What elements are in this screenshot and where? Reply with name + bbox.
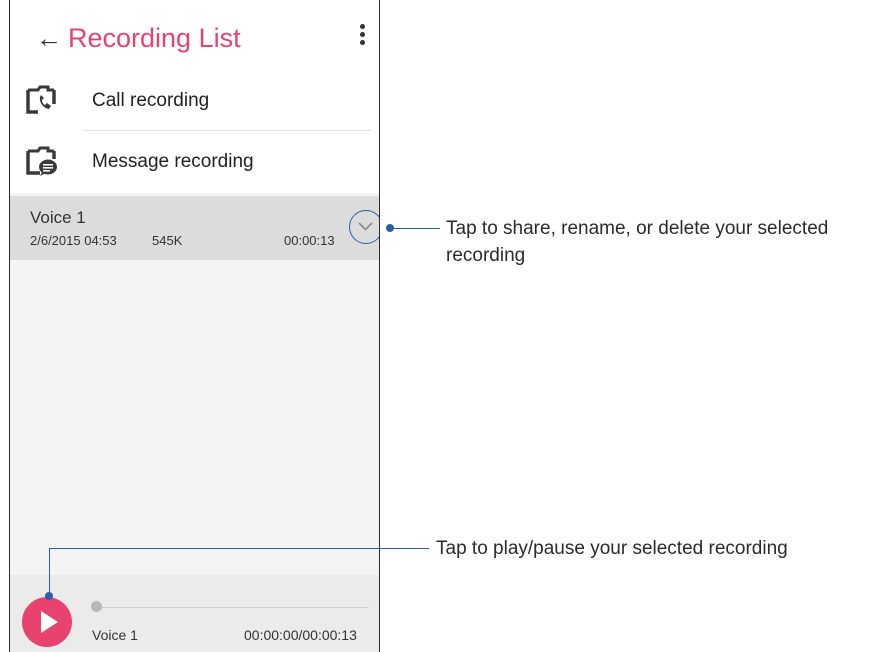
arrow-left-icon[interactable]: ← bbox=[36, 22, 62, 54]
phone-screen: ← Recording List Call recording Message … bbox=[9, 0, 380, 652]
recording-size: 545K bbox=[152, 233, 183, 248]
folder-message-recording[interactable]: Message recording bbox=[10, 131, 379, 193]
callout-text-expand: Tap to share, rename, or delete your sel… bbox=[446, 218, 829, 266]
folder-label-message: Message recording bbox=[92, 151, 254, 172]
callout-line-expand bbox=[390, 228, 440, 229]
app-bar: ← Recording List bbox=[10, 0, 379, 74]
folder-label-call: Call recording bbox=[92, 90, 210, 111]
recording-item-selected[interactable]: Voice 1 2/6/2015 04:53 545K 00:00:13 bbox=[10, 196, 379, 260]
callout-text-play: Tap to play/pause your selected recordin… bbox=[436, 538, 788, 559]
play-icon bbox=[41, 611, 58, 633]
folder-call-recording[interactable]: Call recording bbox=[10, 70, 379, 132]
more-vertical-icon[interactable] bbox=[359, 24, 365, 48]
seek-bar[interactable] bbox=[98, 607, 369, 608]
recording-duration: 00:00:13 bbox=[284, 233, 335, 248]
callout-line-play-horizontal bbox=[49, 548, 429, 549]
callout-line-play-vertical bbox=[49, 548, 50, 596]
message-folder-icon bbox=[26, 146, 57, 176]
seek-thumb[interactable] bbox=[91, 601, 102, 612]
player-time: 00:00:00/00:00:13 bbox=[244, 627, 357, 643]
recording-name: Voice 1 bbox=[30, 208, 86, 227]
manual-illustration: ← Recording List Call recording Message … bbox=[0, 0, 871, 652]
chevron-down-icon bbox=[358, 222, 373, 231]
call-folder-icon bbox=[26, 85, 56, 114]
play-button[interactable] bbox=[22, 597, 72, 647]
player-bar: Voice 1 00:00:00/00:00:13 bbox=[10, 575, 379, 652]
player-track-name: Voice 1 bbox=[92, 627, 138, 643]
page-title: Recording List bbox=[68, 23, 241, 53]
expand-options-button[interactable] bbox=[349, 210, 379, 244]
recording-date: 2/6/2015 04:53 bbox=[30, 233, 117, 248]
